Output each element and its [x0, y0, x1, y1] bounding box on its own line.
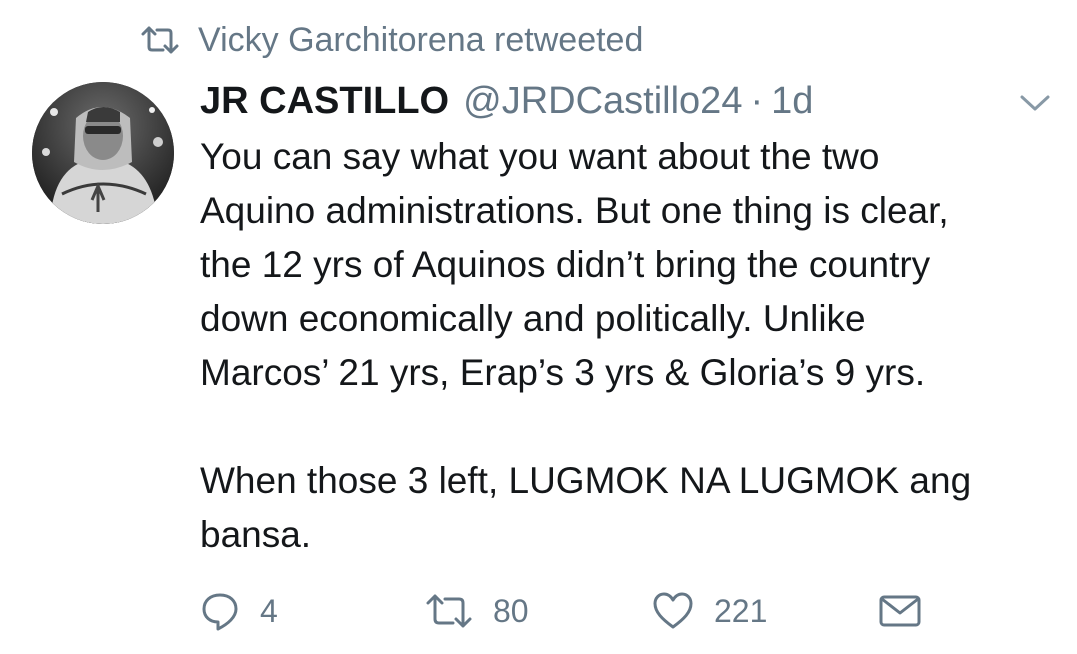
tweet-text: You can say what you want about the two … — [200, 130, 1060, 562]
tweet-actions: 4 80 221 — [200, 588, 930, 634]
retweet-icon — [140, 25, 180, 55]
retweet-button[interactable]: 80 — [425, 588, 529, 634]
author-name[interactable]: JR CASTILLO — [200, 80, 449, 123]
tweet-paragraph: When those 3 left, LUGMOK NA LUGMOK ang … — [200, 460, 972, 555]
direct-message-button[interactable] — [878, 588, 922, 634]
header-separator: · — [750, 79, 764, 122]
chevron-down-icon[interactable] — [1018, 92, 1052, 114]
tweet-timestamp[interactable]: 1d — [771, 80, 813, 123]
envelope-icon — [878, 593, 922, 629]
retweet-context: Vicky Garchitorena retweeted — [140, 18, 643, 62]
like-button[interactable]: 221 — [652, 588, 767, 634]
tweet-paragraph: You can say what you want about the two … — [200, 136, 949, 393]
retweet-count: 80 — [493, 592, 529, 629]
reply-button[interactable]: 4 — [200, 588, 278, 634]
tweet-card[interactable]: Vicky Garchitorena retweeted JR CASTILLO… — [0, 0, 1077, 654]
reply-count: 4 — [260, 592, 278, 629]
like-count: 221 — [714, 592, 768, 629]
avatar[interactable] — [32, 82, 174, 224]
heart-icon — [652, 591, 694, 631]
retweet-context-text[interactable]: Vicky Garchitorena retweeted — [198, 21, 643, 60]
retweet-icon — [425, 593, 473, 629]
tweet-header: JR CASTILLO @JRDCastillo24 · 1d — [200, 78, 813, 124]
reply-icon — [200, 591, 240, 631]
author-handle[interactable]: @JRDCastillo24 — [463, 80, 742, 123]
